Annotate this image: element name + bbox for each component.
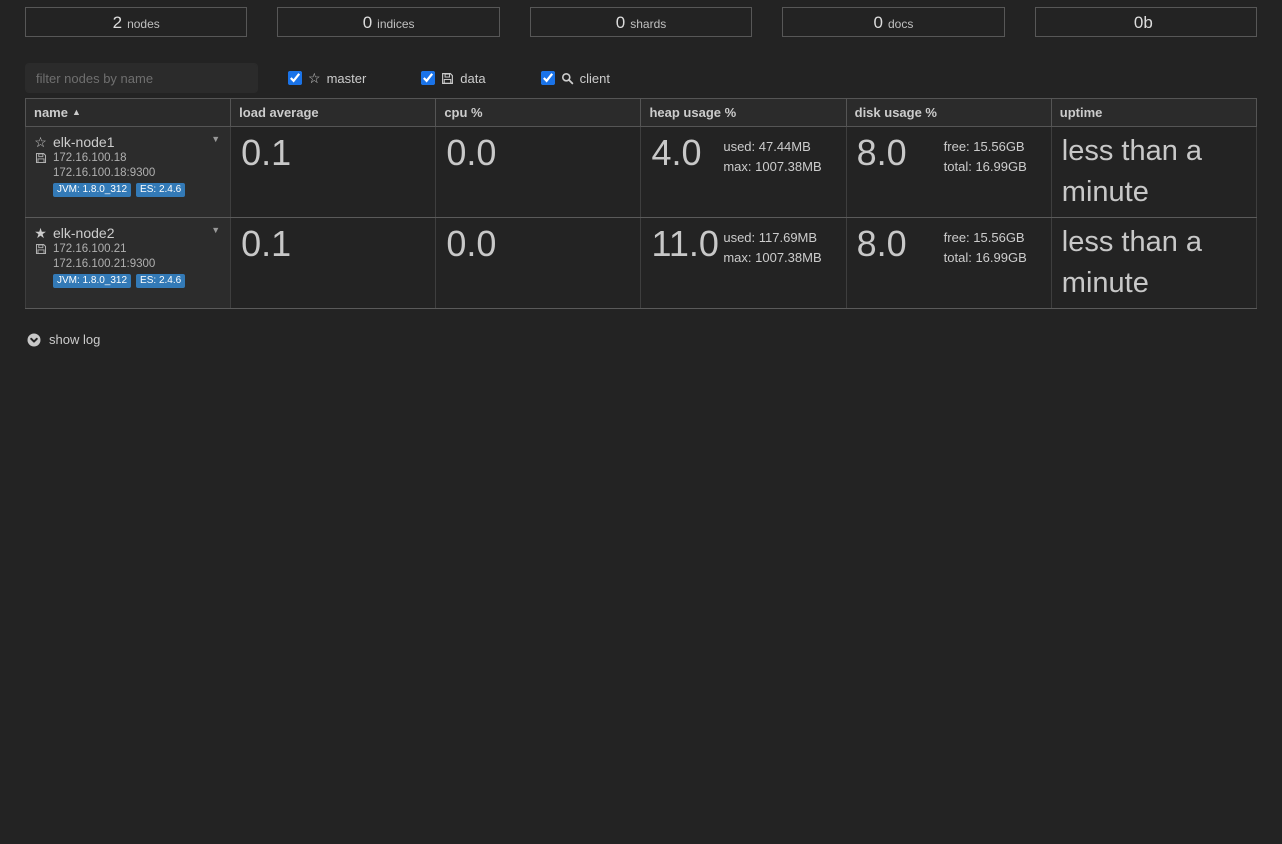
show-log-button[interactable]: show log — [27, 332, 100, 347]
node-transport-address: 172.16.100.18:9300 — [53, 167, 222, 179]
show-log-label: show log — [49, 332, 100, 347]
stat-indices: 0 indices — [277, 7, 499, 37]
data-node-floppy-icon — [34, 243, 47, 255]
column-header-uptime[interactable]: uptime — [1051, 99, 1256, 127]
master-filter[interactable]: ☆ master — [288, 71, 366, 86]
node-actions-caret-icon[interactable]: ▼ — [211, 225, 220, 235]
disk-percent-value: 8.0 — [847, 218, 907, 262]
heap-usage-cell: 4.0 used: 47.44MB max: 1007.38MB — [641, 127, 846, 218]
es-version-badge: ES: 2.4.6 — [136, 274, 185, 288]
client-filter-checkbox[interactable] — [541, 71, 555, 85]
master-filter-label: master — [327, 71, 367, 86]
client-filter[interactable]: client — [541, 71, 610, 86]
disk-total: total: 16.99GB — [944, 248, 1027, 268]
load-average-cell: 0.1 — [231, 218, 436, 309]
node-name-cell: ★ elk-node2 172.16.100.21 — [26, 218, 231, 309]
filter-row: ☆ master data client — [25, 63, 1257, 93]
cpu-cell: 0.0 — [436, 127, 641, 218]
load-average-cell: 0.1 — [231, 127, 436, 218]
jvm-version-badge: JVM: 1.8.0_312 — [53, 274, 131, 288]
column-header-name-label: name — [34, 105, 68, 120]
node-filter-input[interactable] — [25, 63, 258, 93]
disk-total: total: 16.99GB — [944, 157, 1027, 177]
node-transport-address: 172.16.100.21:9300 — [53, 258, 222, 270]
shards-label: shards — [630, 17, 666, 31]
cluster-stats-row: 2 nodes 0 indices 0 shards 0 docs 0b — [25, 7, 1257, 37]
stat-nodes: 2 nodes — [25, 7, 247, 37]
disk-usage-cell: 8.0 free: 15.56GB total: 16.99GB — [846, 127, 1051, 218]
data-node-floppy-icon — [34, 152, 47, 164]
es-version-badge: ES: 2.4.6 — [136, 183, 185, 197]
heap-max: max: 1007.38MB — [723, 157, 821, 177]
disk-free: free: 15.56GB — [944, 137, 1027, 157]
shards-count: 0 — [616, 13, 625, 33]
node-name-cell: ☆ elk-node1 172.16.100.18 — [26, 127, 231, 218]
node-row-elk-node2: ★ elk-node2 172.16.100.21 — [26, 218, 1257, 309]
data-filter[interactable]: data — [421, 71, 485, 86]
indices-label: indices — [377, 17, 414, 31]
stat-size: 0b — [1035, 7, 1257, 37]
disk-free: free: 15.56GB — [944, 228, 1027, 248]
node-name: elk-node2 — [53, 225, 115, 241]
data-filter-label: data — [460, 71, 485, 86]
star-outline-icon: ☆ — [308, 71, 321, 85]
data-filter-checkbox[interactable] — [421, 71, 435, 85]
heap-percent-value: 4.0 — [641, 127, 701, 171]
table-header-row: name ▲ load average cpu % heap usage % di… — [26, 99, 1257, 127]
cpu-value: 0.0 — [436, 218, 640, 262]
column-header-cpu[interactable]: cpu % — [436, 99, 641, 127]
docs-count: 0 — [874, 13, 883, 33]
heap-usage-cell: 11.0 used: 117.69MB max: 1007.38MB — [641, 218, 846, 309]
indices-count: 0 — [363, 13, 372, 33]
node-ip: 172.16.100.18 — [53, 152, 127, 164]
uptime-cell: less than a minute — [1051, 127, 1256, 218]
heap-used: used: 117.69MB — [723, 228, 821, 248]
column-header-load-average[interactable]: load average — [231, 99, 436, 127]
cluster-overview-page: 2 nodes 0 indices 0 shards 0 docs 0b ☆ m… — [0, 0, 1282, 352]
cpu-cell: 0.0 — [436, 218, 641, 309]
disk-usage-cell: 8.0 free: 15.56GB total: 16.99GB — [846, 218, 1051, 309]
jvm-version-badge: JVM: 1.8.0_312 — [53, 183, 131, 197]
node-actions-caret-icon[interactable]: ▼ — [211, 134, 220, 144]
disk-percent-value: 8.0 — [847, 127, 907, 171]
floppy-icon — [441, 72, 454, 85]
column-header-disk-usage[interactable]: disk usage % — [846, 99, 1051, 127]
uptime-cell: less than a minute — [1051, 218, 1256, 309]
node-row-elk-node1: ☆ elk-node1 172.16.100.18 — [26, 127, 1257, 218]
search-icon — [561, 72, 574, 85]
heap-used: used: 47.44MB — [723, 137, 821, 157]
node-name: elk-node1 — [53, 134, 115, 150]
master-eligible-star-icon: ☆ — [34, 135, 47, 149]
chevron-circle-down-icon — [27, 333, 41, 347]
master-filter-checkbox[interactable] — [288, 71, 302, 85]
nodes-label: nodes — [127, 17, 160, 31]
sort-asc-icon: ▲ — [72, 107, 81, 117]
load-average-value: 0.1 — [231, 127, 435, 171]
column-header-heap-usage[interactable]: heap usage % — [641, 99, 846, 127]
client-filter-label: client — [580, 71, 610, 86]
node-ip: 172.16.100.21 — [53, 243, 127, 255]
nodes-count: 2 — [113, 13, 122, 33]
stat-docs: 0 docs — [782, 7, 1004, 37]
size-value: 0b — [1134, 13, 1153, 33]
load-average-value: 0.1 — [231, 218, 435, 262]
master-star-icon: ★ — [34, 226, 47, 240]
stat-shards: 0 shards — [530, 7, 752, 37]
heap-max: max: 1007.38MB — [723, 248, 821, 268]
heap-percent-value: 11.0 — [641, 218, 718, 262]
docs-label: docs — [888, 17, 913, 31]
column-header-name[interactable]: name ▲ — [26, 99, 231, 127]
cpu-value: 0.0 — [436, 127, 640, 171]
nodes-table: name ▲ load average cpu % heap usage % di… — [25, 98, 1257, 309]
